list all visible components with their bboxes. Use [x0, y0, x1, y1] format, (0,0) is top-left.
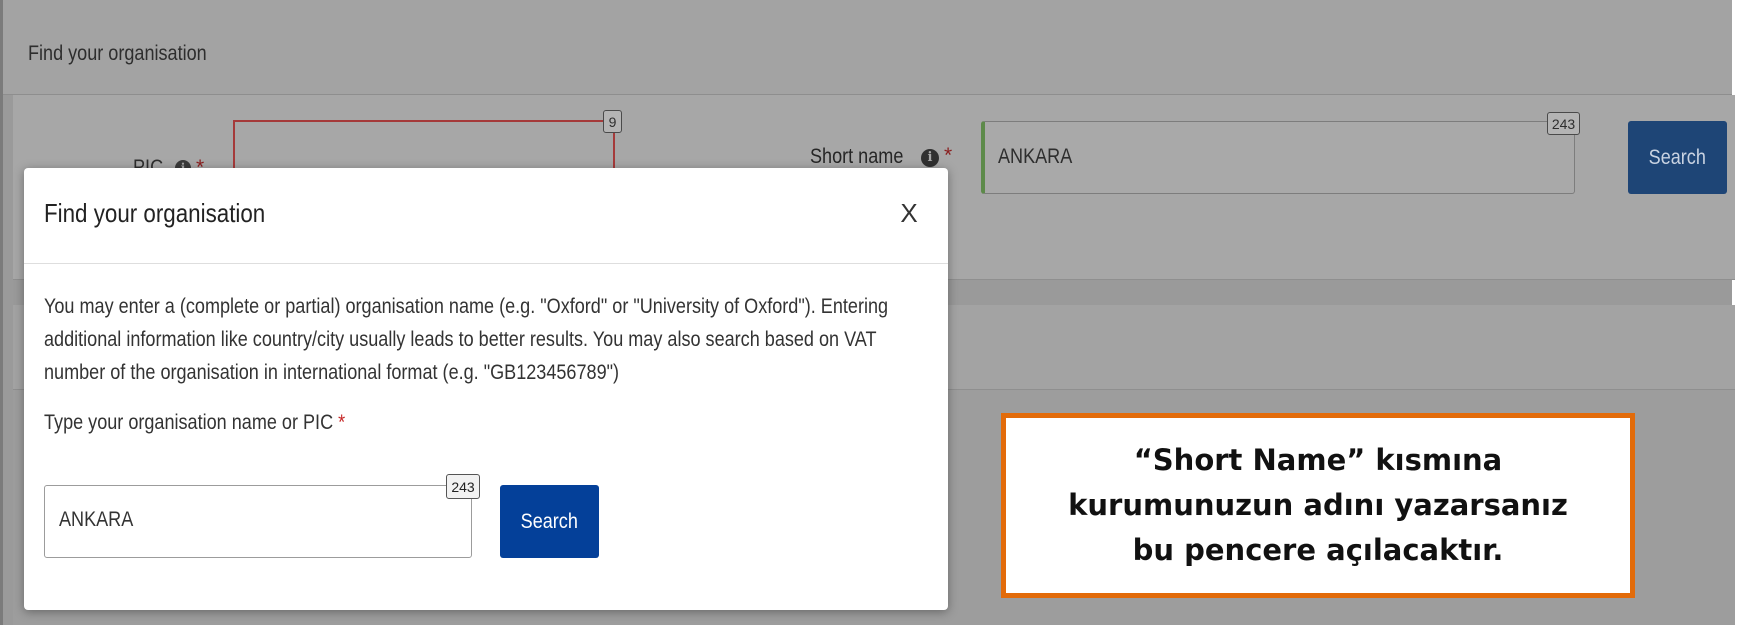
required-mark: * — [338, 411, 346, 434]
pic-char-counter: 9 — [603, 110, 622, 133]
description-line: You may enter a (complete or partial) or… — [44, 295, 889, 318]
short-name-input-value: ANKARA — [998, 145, 1073, 168]
organisation-search-input-value: ANKARA — [59, 508, 134, 531]
modal-title: Find your organisation — [44, 198, 266, 228]
callout-line: “Short Name” kısmına — [1133, 443, 1503, 477]
modal-search-button-label: Search — [520, 510, 579, 533]
search-button[interactable]: Search — [1628, 121, 1727, 194]
info-icon: i — [921, 149, 939, 167]
callout-line: bu pencere açılacaktır. — [1132, 533, 1504, 567]
modal-search-button[interactable]: Search — [500, 485, 599, 558]
short-name-char-counter: 243 — [1547, 112, 1580, 135]
short-name-required-mark: * — [944, 144, 953, 167]
find-organisation-modal: Find your organisation X You may enter a… — [24, 168, 948, 610]
search-button-label: Search — [1648, 146, 1707, 169]
page-title: Find your organisation — [28, 42, 207, 65]
short-name-label: Short name — [810, 145, 904, 168]
page-header — [3, 0, 1732, 95]
divider — [24, 263, 948, 264]
organisation-field-label-text: Type your organisation name or PIC — [44, 411, 334, 434]
description-line: number of the organisation in internatio… — [44, 361, 620, 384]
description-line: additional information like country/city… — [44, 328, 877, 351]
callout-line: kurumunuzun adını yazarsanız — [1068, 488, 1568, 522]
close-button[interactable]: X — [894, 198, 924, 228]
annotation-callout: “Short Name” kısmına kurumunuzun adını y… — [1001, 413, 1635, 598]
char-counter: 243 — [446, 474, 480, 499]
modal-description: You may enter a (complete or partial) or… — [44, 290, 913, 389]
organisation-field-label: Type your organisation name or PIC * — [44, 411, 345, 435]
